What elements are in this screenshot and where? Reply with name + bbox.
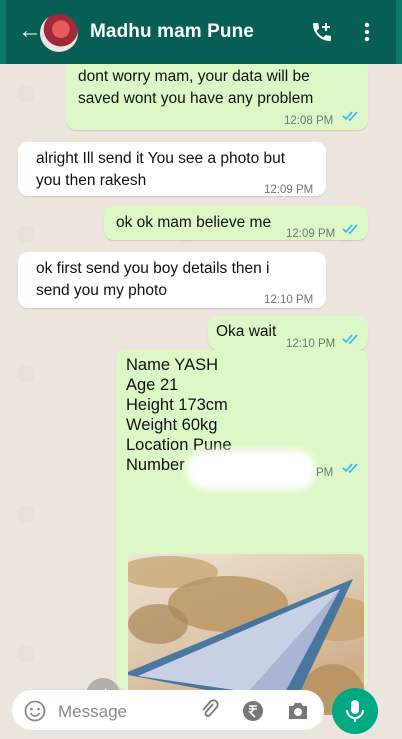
message-bubble-incoming[interactable]: ok first send you boy details then i sen…: [18, 252, 326, 308]
contact-name[interactable]: Madhu mam Pune: [90, 21, 254, 43]
avatar[interactable]: [40, 14, 78, 52]
paperclip-icon[interactable]: [198, 698, 220, 720]
back-arrow-icon[interactable]: ←: [18, 18, 42, 44]
message-input[interactable]: Message: [58, 702, 127, 722]
camera-icon[interactable]: [286, 700, 310, 722]
message-bubble-outgoing[interactable]: ok ok mam believe me 12:09 PM: [104, 206, 368, 240]
chat-header: ← Madhu mam Pune: [0, 0, 402, 64]
message-text: ok ok mam believe me: [116, 214, 272, 231]
emoji-icon[interactable]: [24, 700, 46, 722]
details-line-name: Name YASH: [126, 356, 219, 374]
read-receipt-icon: [342, 224, 358, 235]
redaction-blur: [186, 450, 316, 490]
message-time: 12:10 PM: [264, 294, 314, 306]
message-bubble-outgoing[interactable]: dont worry mam, your data will be saved …: [66, 64, 368, 130]
details-line-height: Height 173cm: [126, 396, 228, 414]
mic-button[interactable]: [332, 688, 378, 734]
chat-area[interactable]: dont worry mam, your data will be saved …: [6, 64, 384, 715]
details-line-weight: Weight 60kg: [126, 416, 218, 434]
read-receipt-icon: [342, 334, 358, 345]
message-text: ok first send you boy details then i sen…: [36, 260, 270, 299]
message-time: 12:09 PM: [286, 228, 336, 240]
message-bubble-outgoing[interactable]: Oka wait 12:10 PM: [208, 316, 368, 350]
message-time: 12:09 PM: [264, 184, 314, 196]
message-text: dont worry mam, your data will be saved …: [78, 68, 314, 107]
mic-icon: [346, 700, 364, 722]
details-line-age: Age 21: [126, 376, 179, 394]
details-line-number: Number: [126, 456, 185, 474]
message-bubble-incoming[interactable]: alright Ill send it You see a photo but …: [18, 142, 326, 196]
rupee-icon[interactable]: [242, 700, 264, 722]
message-time: PM: [316, 467, 334, 479]
message-text: Oka wait: [216, 323, 277, 340]
message-time: 12:08 PM: [284, 115, 334, 127]
message-input-bar: Message: [12, 690, 324, 730]
more-vert-icon[interactable]: [358, 20, 376, 44]
add-call-icon[interactable]: [310, 20, 334, 44]
read-receipt-icon: [342, 463, 358, 474]
read-receipt-icon: [342, 111, 358, 122]
